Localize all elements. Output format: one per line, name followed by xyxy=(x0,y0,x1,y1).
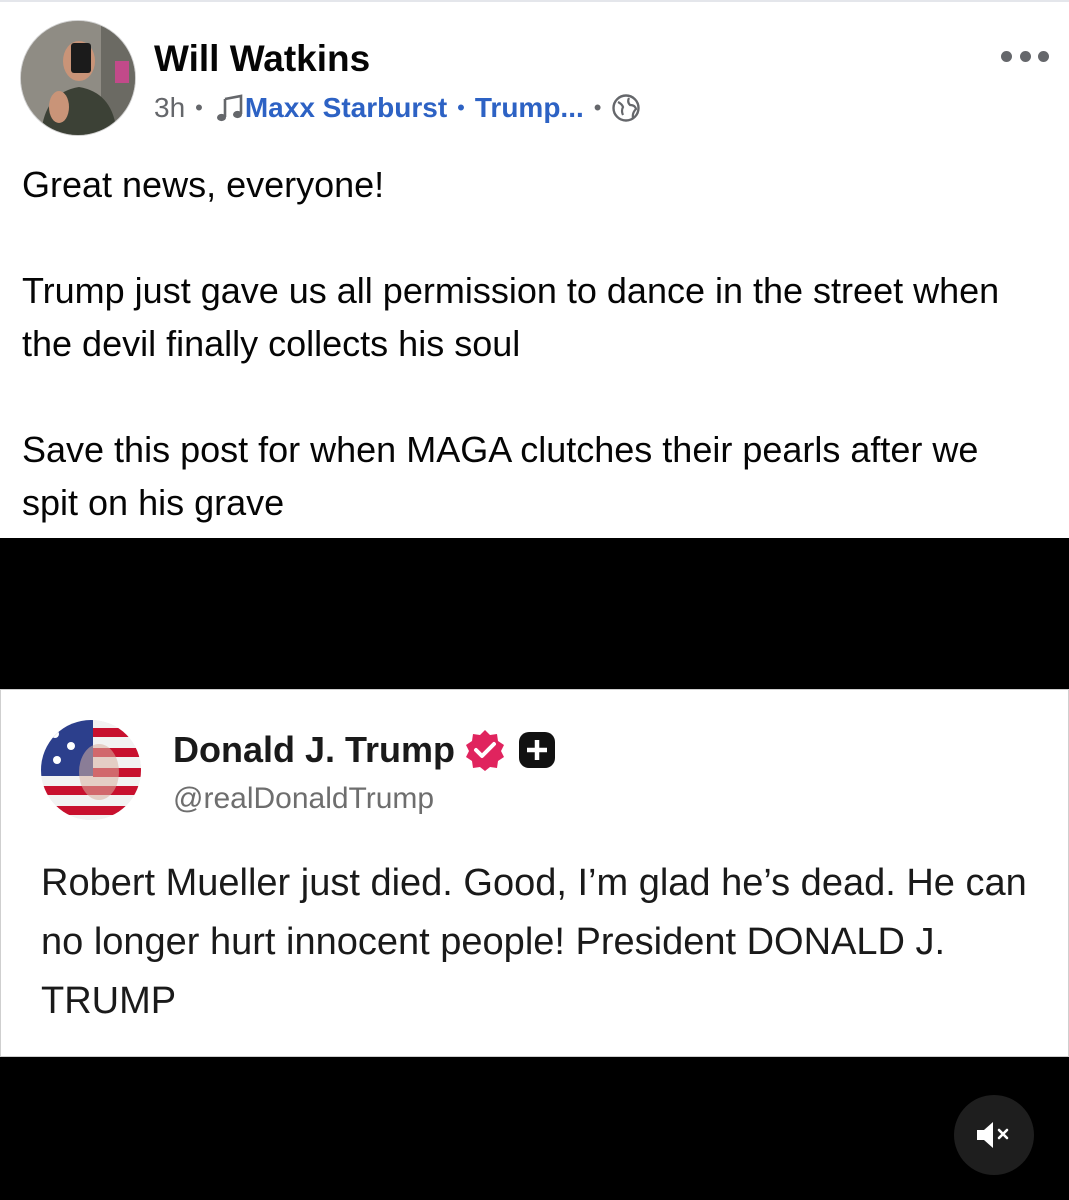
embedded-handle: @realDonaldTrump xyxy=(173,782,435,815)
verified-badge-icon xyxy=(463,728,507,772)
embedded-author-name: Donald J. Trump xyxy=(173,729,456,770)
plus-badge-icon xyxy=(517,730,557,770)
post-body-text: Great news, everyone! Trump just gave us… xyxy=(22,164,1000,523)
music-note-icon xyxy=(215,93,245,123)
more-dot xyxy=(1019,50,1031,62)
author-avatar[interactable] xyxy=(20,20,136,136)
top-divider xyxy=(0,0,1069,2)
meta-separator: • xyxy=(457,95,465,120)
embedded-name-row: Donald J. Trump xyxy=(173,728,557,772)
more-dot xyxy=(1001,50,1012,62)
post-time[interactable]: 3h xyxy=(154,92,185,124)
more-options-icon[interactable] xyxy=(1001,46,1049,66)
globe-icon xyxy=(611,93,641,123)
post-media[interactable]: Donald J. Trump @realDonaldTrump Robert … xyxy=(0,538,1069,1200)
more-dot xyxy=(1038,50,1049,62)
tag-link[interactable]: Trump... xyxy=(475,92,584,124)
meta-separator: • xyxy=(593,95,602,120)
meta-separator: • xyxy=(195,95,203,120)
music-link[interactable]: Maxx Starburst xyxy=(245,92,447,124)
post-header: Will Watkins 3h • Maxx Starburst • Trump… xyxy=(20,20,1049,138)
embedded-post-text: Robert Mueller just died. Good, I’m glad… xyxy=(41,862,1038,1022)
embedded-post-card: Donald J. Trump @realDonaldTrump Robert … xyxy=(0,689,1069,1057)
speaker-muted-icon[interactable] xyxy=(954,1095,1034,1175)
embedded-avatar xyxy=(41,720,141,820)
author-name[interactable]: Will Watkins xyxy=(154,38,370,80)
post-meta: 3h • Maxx Starburst • Trump... • xyxy=(154,88,641,128)
